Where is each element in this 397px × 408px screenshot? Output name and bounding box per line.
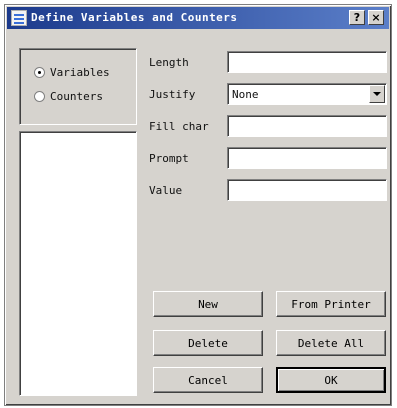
title-bar[interactable]: Define Variables and Counters ? ×	[7, 7, 389, 29]
window-title: Define Variables and Counters	[31, 11, 238, 24]
delete-all-button[interactable]: Delete All	[276, 330, 386, 356]
fill-char-label: Fill char	[149, 120, 209, 133]
prompt-label: Prompt	[149, 152, 189, 165]
new-button[interactable]: New	[153, 291, 263, 317]
ok-button[interactable]: OK	[276, 367, 386, 393]
justify-select[interactable]: None	[227, 83, 387, 105]
justify-value: None	[232, 88, 259, 101]
justify-label: Justify	[149, 88, 196, 101]
fill-char-input[interactable]	[227, 115, 387, 137]
variables-list[interactable]	[19, 131, 137, 396]
chevron-down-icon[interactable]	[369, 85, 385, 103]
close-button[interactable]: ×	[368, 10, 384, 25]
prompt-input[interactable]	[227, 147, 387, 169]
length-input[interactable]	[227, 51, 387, 73]
from-printer-button[interactable]: From Printer	[276, 291, 386, 317]
radio-counters-label: Counters	[50, 89, 103, 103]
radio-counters[interactable]: Counters	[34, 89, 103, 103]
radio-counters-button[interactable]	[34, 90, 45, 102]
radio-variables[interactable]: Variables	[34, 65, 110, 79]
value-label: Value	[149, 184, 183, 197]
radio-variables-label: Variables	[50, 65, 110, 79]
help-button[interactable]: ?	[349, 10, 365, 25]
app-icon	[11, 10, 27, 26]
delete-button[interactable]: Delete	[153, 330, 263, 356]
radio-variables-button[interactable]	[34, 66, 45, 78]
mode-group: Variables Counters	[19, 48, 137, 125]
value-input[interactable]	[227, 179, 387, 201]
cancel-button[interactable]: Cancel	[153, 367, 263, 393]
length-label: Length	[149, 56, 189, 69]
